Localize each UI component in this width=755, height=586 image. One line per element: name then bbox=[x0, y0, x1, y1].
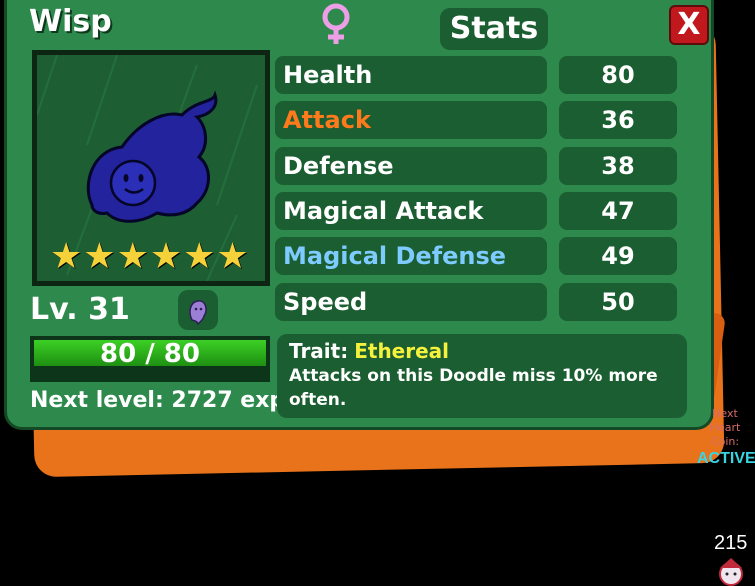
trait-name: Ethereal bbox=[354, 339, 450, 363]
player-avatar-icon[interactable] bbox=[714, 556, 748, 586]
stat-label: Magical Attack bbox=[275, 192, 547, 230]
stat-value: 80 bbox=[559, 56, 677, 94]
health-text: 80 / 80 bbox=[100, 339, 200, 369]
experience-bar bbox=[30, 370, 270, 382]
stat-row: Health 80 bbox=[275, 56, 677, 94]
level-label: Lv. 31 bbox=[30, 292, 130, 327]
stat-label: Magical Defense bbox=[275, 237, 547, 275]
ghost-icon bbox=[189, 300, 207, 326]
next-heart-coin-label: Next Heart Coin: bbox=[709, 407, 741, 448]
star-icon: ★ bbox=[50, 236, 83, 277]
creature-name: Wisp bbox=[29, 4, 112, 39]
next-level-text: Next level: 2727 exp bbox=[30, 388, 286, 413]
close-button[interactable]: X bbox=[669, 5, 709, 45]
trait-description: Attacks on this Doodle miss 10% more oft… bbox=[289, 366, 658, 410]
stat-value: 38 bbox=[559, 147, 677, 185]
stat-label: Defense bbox=[275, 147, 547, 185]
stat-value: 47 bbox=[559, 192, 677, 230]
stat-row: Magical Defense 49 bbox=[275, 237, 677, 275]
stat-row: Attack 36 bbox=[275, 101, 677, 139]
stat-row: Speed 50 bbox=[275, 283, 677, 321]
female-symbol-icon bbox=[322, 3, 350, 44]
stat-label: Attack bbox=[275, 101, 547, 139]
stat-label: Speed bbox=[275, 283, 547, 321]
star-icon: ★ bbox=[183, 236, 216, 277]
star-icon: ★ bbox=[83, 236, 116, 277]
health-bar: 80 / 80 bbox=[30, 336, 270, 370]
counter-value: 215 bbox=[714, 532, 748, 554]
stat-row: Defense 38 bbox=[275, 147, 677, 185]
stat-label: Health bbox=[275, 56, 547, 94]
star-rating: ★ ★ ★ ★ ★ ★ bbox=[50, 239, 260, 275]
star-icon: ★ bbox=[216, 236, 249, 277]
type-badge bbox=[178, 290, 218, 330]
stat-value: 49 bbox=[559, 237, 677, 275]
trait-prefix: Trait: bbox=[289, 339, 349, 363]
star-icon: ★ bbox=[116, 236, 149, 277]
trait-box: Trait: Ethereal Attacks on this Doodle mi… bbox=[277, 334, 687, 418]
stats-tab-title: Stats bbox=[440, 8, 548, 50]
stat-row: Magical Attack 47 bbox=[275, 192, 677, 230]
star-icon: ★ bbox=[149, 236, 183, 277]
stat-value: 36 bbox=[559, 101, 677, 139]
stat-value: 50 bbox=[559, 283, 677, 321]
active-status: ACTIVE bbox=[697, 450, 755, 467]
